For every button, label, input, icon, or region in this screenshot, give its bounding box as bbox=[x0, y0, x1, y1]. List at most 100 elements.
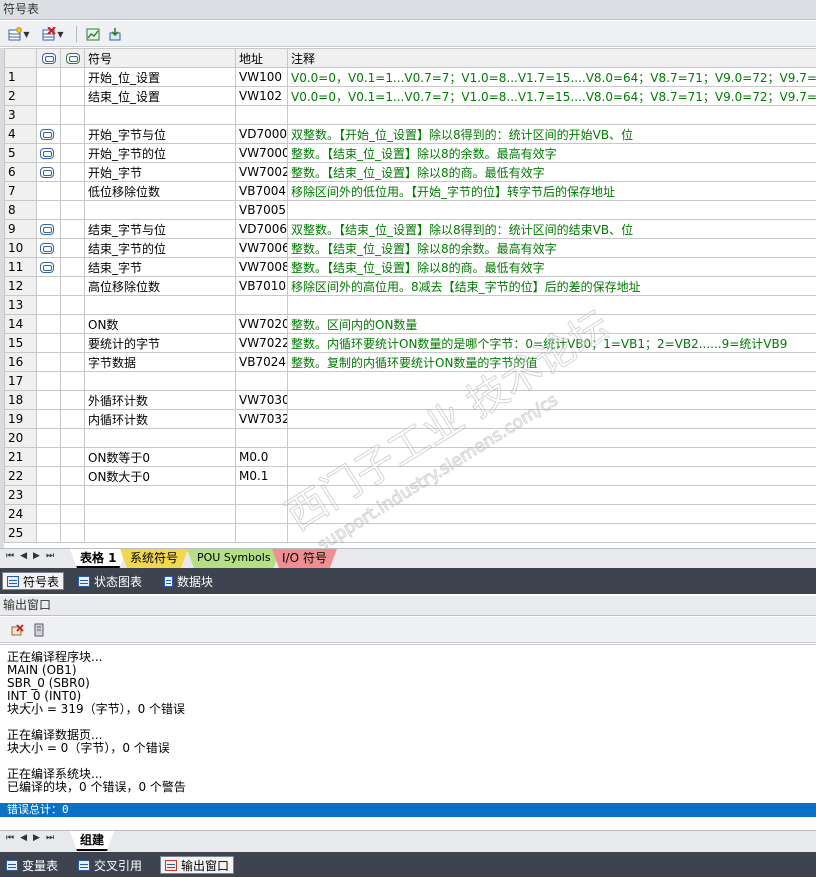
table-row[interactable]: 3 bbox=[4, 105, 816, 125]
next-tab-icon[interactable]: ▶ bbox=[33, 833, 40, 843]
symbol-cell[interactable]: 低位移除位数 bbox=[84, 181, 236, 201]
row-number[interactable]: 13 bbox=[4, 295, 37, 315]
row-number[interactable]: 22 bbox=[4, 466, 37, 486]
table-row[interactable]: 9 结束_字节与位 VD7006 双整数。【结束_位_设置】除以8得到的：统计区间的结… bbox=[4, 219, 816, 239]
symbol-cell[interactable]: 字节数据 bbox=[84, 352, 236, 372]
symbol-cell[interactable] bbox=[84, 485, 236, 505]
row-number[interactable]: 10 bbox=[4, 238, 37, 258]
comment-cell[interactable] bbox=[287, 428, 816, 448]
tab-cross-reference[interactable]: 交叉引用 bbox=[74, 856, 146, 874]
comment-cell[interactable]: 整数。【结束_位_设置】除以8的商。最低有效字 bbox=[287, 162, 816, 182]
comment-cell[interactable]: 整数。内循环要统计ON数量的是哪个字节：0=统计VB0；1=VB1；2=VB2.… bbox=[287, 333, 816, 353]
table-row[interactable]: 21 ON数等于0 M0.0 bbox=[4, 447, 816, 467]
col-header-symbol[interactable]: 符号 bbox=[84, 48, 236, 68]
address-cell[interactable] bbox=[235, 428, 288, 448]
comment-cell[interactable]: 移除区间外的高位用。8减去【结束_字节的位】后的差的保存地址 bbox=[287, 276, 816, 296]
symbol-cell[interactable]: 高位移除位数 bbox=[84, 276, 236, 296]
corner-cell[interactable] bbox=[4, 48, 37, 68]
address-cell[interactable]: VB7004 bbox=[235, 181, 288, 201]
symbol-cell[interactable] bbox=[84, 504, 236, 524]
symbol-cell[interactable]: 外循环计数 bbox=[84, 390, 236, 410]
comment-cell[interactable] bbox=[287, 409, 816, 429]
row-number[interactable]: 6 bbox=[4, 162, 37, 182]
address-cell[interactable]: VW7030 bbox=[235, 390, 288, 410]
table-row[interactable]: 25 bbox=[4, 523, 816, 543]
first-sheet-icon[interactable]: ⏮ bbox=[6, 551, 14, 561]
comment-cell[interactable] bbox=[287, 371, 816, 391]
row-number[interactable]: 16 bbox=[4, 352, 37, 372]
comment-cell[interactable]: 双整数。【结束_位_设置】除以8得到的：统计区间的结束VB、位 bbox=[287, 219, 816, 239]
create-unused-symbols-button[interactable] bbox=[84, 25, 102, 43]
symbol-cell[interactable]: 开始_字节与位 bbox=[84, 124, 236, 144]
last-sheet-icon[interactable]: ⏭ bbox=[46, 551, 54, 561]
address-cell[interactable]: VW7006 bbox=[235, 238, 288, 258]
comment-cell[interactable]: V0.0=0，V0.1=1...V0.7=7；V1.0=8...V1.7=15.… bbox=[287, 67, 816, 87]
comment-cell[interactable]: 双整数。【开始_位_设置】除以8得到的：统计区间的开始VB、位 bbox=[287, 124, 816, 144]
col-header-icon1[interactable] bbox=[36, 48, 61, 68]
tab-variable-table[interactable]: 变量表 bbox=[2, 856, 62, 874]
comment-cell[interactable] bbox=[287, 105, 816, 125]
delete-row-button[interactable]: ▼ bbox=[42, 25, 64, 43]
symbol-cell[interactable]: 结束_字节与位 bbox=[84, 219, 236, 239]
address-cell[interactable] bbox=[235, 295, 288, 315]
row-number[interactable]: 21 bbox=[4, 447, 37, 467]
table-row[interactable]: 12 高位移除位数 VB7010 移除区间外的高位用。8减去【结束_字节的位】后的差的… bbox=[4, 276, 816, 296]
row-number[interactable]: 1 bbox=[4, 67, 37, 87]
apply-symbols-button[interactable] bbox=[106, 25, 124, 43]
symbol-cell[interactable] bbox=[84, 200, 236, 220]
symbol-cell[interactable]: 开始_位_设置 bbox=[84, 67, 236, 87]
row-number[interactable]: 24 bbox=[4, 504, 37, 524]
address-cell[interactable] bbox=[235, 485, 288, 505]
table-row[interactable]: 18 外循环计数 VW7030 bbox=[4, 390, 816, 410]
row-number[interactable]: 20 bbox=[4, 428, 37, 448]
table-row[interactable]: 24 bbox=[4, 504, 816, 524]
tab-symbol-table[interactable]: 符号表 bbox=[2, 572, 65, 590]
table-row[interactable]: 10 结束_字节的位 VW7006 整数。【结束_位_设置】除以8的余数。最高有效字 bbox=[4, 238, 816, 258]
row-number[interactable]: 12 bbox=[4, 276, 37, 296]
row-number[interactable]: 19 bbox=[4, 409, 37, 429]
row-number[interactable]: 3 bbox=[4, 105, 37, 125]
table-row[interactable]: 15 要统计的字节 VW7022 整数。内循环要统计ON数量的是哪个字节：0=统计VB… bbox=[4, 333, 816, 353]
address-cell[interactable] bbox=[235, 371, 288, 391]
table-row[interactable]: 4 开始_字节与位 VD7000 双整数。【开始_位_设置】除以8得到的：统计区间的开… bbox=[4, 124, 816, 144]
table-row[interactable]: 7 低位移除位数 VB7004 移除区间外的低位用。【开始_字节的位】转字节后的保存地… bbox=[4, 181, 816, 201]
col-header-address[interactable]: 地址 bbox=[235, 48, 288, 68]
table-row[interactable]: 20 bbox=[4, 428, 816, 448]
insert-row-button[interactable]: ▼ bbox=[8, 25, 30, 43]
symbol-cell[interactable] bbox=[84, 295, 236, 315]
comment-cell[interactable]: 整数。【结束_位_设置】除以8的余数。最高有效字 bbox=[287, 143, 816, 163]
comment-cell[interactable] bbox=[287, 447, 816, 467]
col-header-comment[interactable]: 注释 bbox=[287, 48, 816, 68]
tab-system-symbols[interactable]: 系统符号 bbox=[120, 549, 188, 568]
comment-cell[interactable] bbox=[287, 466, 816, 486]
address-cell[interactable] bbox=[235, 504, 288, 524]
table-row[interactable]: 2 结束_位_设置 VW102 V0.0=0，V0.1=1...V0.7=7；V1.0… bbox=[4, 86, 816, 106]
clear-output-button[interactable] bbox=[8, 621, 26, 639]
row-number[interactable]: 18 bbox=[4, 390, 37, 410]
tab-output-window[interactable]: 输出窗口 bbox=[160, 856, 235, 874]
tab-build[interactable]: 组建 bbox=[70, 831, 114, 851]
comment-cell[interactable] bbox=[287, 295, 816, 315]
comment-cell[interactable]: 整数。区间内的ON数量 bbox=[287, 314, 816, 334]
tab-table1[interactable]: 表格 1 bbox=[70, 549, 127, 568]
row-number[interactable]: 14 bbox=[4, 314, 37, 334]
address-cell[interactable]: VW7008 bbox=[235, 257, 288, 277]
error-total-line[interactable]: 错误总计：0 bbox=[0, 803, 816, 817]
symbol-cell[interactable]: ON数大于0 bbox=[84, 466, 236, 486]
comment-cell[interactable]: 整数。【结束_位_设置】除以8的余数。最高有效字 bbox=[287, 238, 816, 258]
address-cell[interactable] bbox=[235, 523, 288, 543]
row-number[interactable]: 9 bbox=[4, 219, 37, 239]
address-cell[interactable] bbox=[235, 105, 288, 125]
row-number[interactable]: 4 bbox=[4, 124, 37, 144]
symbol-cell[interactable]: 结束_位_设置 bbox=[84, 86, 236, 106]
first-tab-icon[interactable]: ⏮ bbox=[6, 833, 14, 843]
tab-data-block[interactable]: 数据块 bbox=[160, 572, 217, 590]
address-cell[interactable]: VW7000 bbox=[235, 143, 288, 163]
insert-dropdown-arrow-icon[interactable]: ▼ bbox=[23, 30, 29, 39]
table-row[interactable]: 22 ON数大于0 M0.1 bbox=[4, 466, 816, 486]
address-cell[interactable]: M0.0 bbox=[235, 447, 288, 467]
address-cell[interactable]: VW7020 bbox=[235, 314, 288, 334]
comment-cell[interactable]: 整数。复制的内循环要统计ON数量的字节的值 bbox=[287, 352, 816, 372]
symbol-cell[interactable]: 内循环计数 bbox=[84, 409, 236, 429]
row-number[interactable]: 11 bbox=[4, 257, 37, 277]
